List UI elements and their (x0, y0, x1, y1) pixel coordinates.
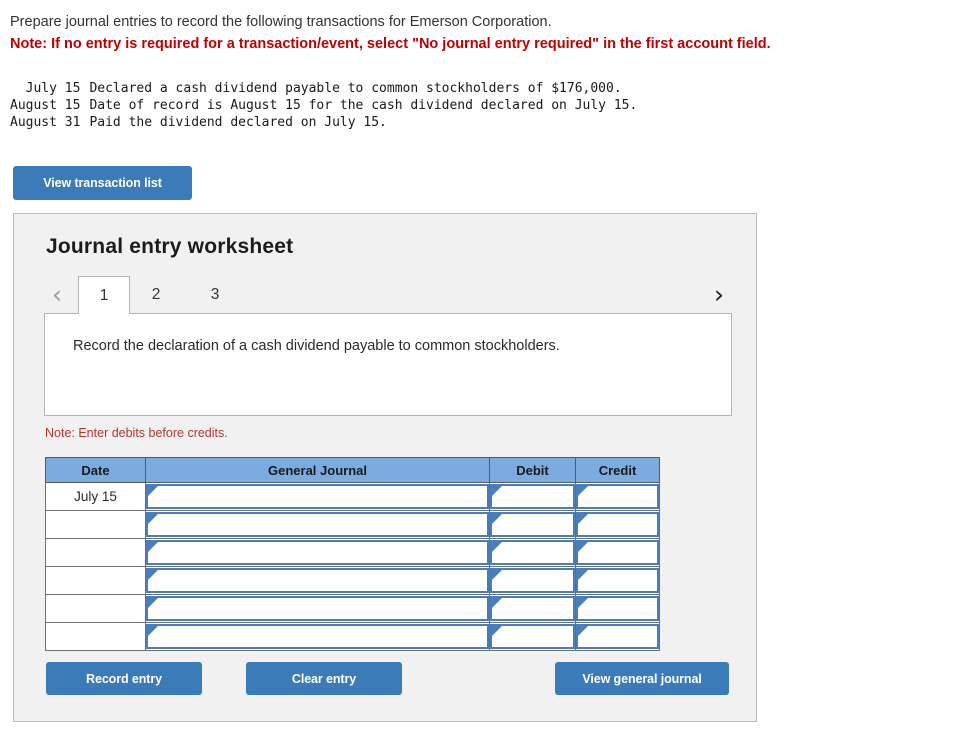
worksheet-title: Journal entry worksheet (46, 235, 294, 258)
journal-account-cell[interactable] (145, 482, 490, 511)
credit-input[interactable] (576, 596, 659, 621)
problem-note: Note: If no entry is required for a tran… (10, 36, 771, 52)
worksheet-instruction-text: Record the declaration of a cash dividen… (73, 338, 560, 354)
table-row: July 15 (45, 482, 660, 511)
credit-input[interactable] (576, 568, 659, 593)
journal-credit-cell[interactable] (575, 482, 660, 511)
journal-credit-cell[interactable] (575, 594, 660, 623)
journal-table-body: July 15 (45, 482, 660, 651)
journal-table-header-row: Date General Journal Debit Credit (45, 457, 660, 483)
debit-input[interactable] (490, 512, 575, 537)
account-input[interactable] (146, 512, 489, 537)
view-transaction-list-button[interactable]: View transaction list (13, 166, 192, 200)
transaction-date: July 15 (25, 81, 81, 96)
journal-credit-cell[interactable] (575, 622, 660, 651)
journal-debit-cell[interactable] (489, 566, 576, 595)
column-header-credit: Credit (575, 457, 660, 483)
problem-statement: Prepare journal entries to record the fo… (10, 12, 940, 54)
credit-input[interactable] (576, 512, 659, 537)
journal-date-cell[interactable]: July 15 (45, 482, 146, 511)
journal-credit-cell[interactable] (575, 510, 660, 539)
transaction-description: Declared a cash dividend payable to comm… (89, 81, 622, 96)
transaction-description: Date of record is August 15 for the cash… (89, 98, 638, 113)
credit-input[interactable] (576, 624, 659, 649)
journal-date-cell[interactable] (45, 594, 146, 623)
account-input[interactable] (146, 624, 489, 649)
column-header-date: Date (45, 457, 146, 483)
credit-input[interactable] (576, 484, 659, 509)
journal-debit-cell[interactable] (489, 538, 576, 567)
journal-table-head: Date General Journal Debit Credit (45, 457, 660, 483)
table-row (45, 510, 660, 539)
debit-input[interactable] (490, 568, 575, 593)
transaction-row: August 15 Date of record is August 15 fo… (10, 97, 637, 114)
table-row (45, 566, 660, 595)
worksheet-instruction-box: Record the declaration of a cash dividen… (44, 313, 732, 416)
column-header-general-journal: General Journal (145, 457, 490, 483)
journal-debit-cell[interactable] (489, 482, 576, 511)
table-row (45, 538, 660, 567)
journal-entry-worksheet-panel: Journal entry worksheet ‹ 1 2 3 › Record… (13, 213, 757, 722)
tab-page-1[interactable]: 1 (78, 276, 130, 314)
transaction-description: Paid the dividend declared on July 15. (89, 115, 387, 130)
credit-input[interactable] (576, 540, 659, 565)
account-input[interactable] (146, 568, 489, 593)
tab-page-2[interactable]: 2 (130, 276, 182, 313)
debit-input[interactable] (490, 540, 575, 565)
record-entry-button[interactable]: Record entry (46, 662, 202, 695)
tab-page-3[interactable]: 3 (189, 276, 241, 313)
view-general-journal-button[interactable]: View general journal (555, 662, 729, 695)
debits-before-credits-note: Note: Enter debits before credits. (45, 426, 228, 440)
account-input[interactable] (146, 540, 489, 565)
transaction-date: August 15 (10, 98, 81, 113)
chevron-right-icon[interactable]: › (706, 276, 732, 313)
journal-date-cell[interactable] (45, 622, 146, 651)
journal-debit-cell[interactable] (489, 510, 576, 539)
table-row (45, 622, 660, 651)
journal-date-cell[interactable] (45, 566, 146, 595)
problem-instruction: Prepare journal entries to record the fo… (10, 14, 552, 30)
debit-input[interactable] (490, 596, 575, 621)
account-input[interactable] (146, 484, 489, 509)
clear-entry-button[interactable]: Clear entry (246, 662, 402, 695)
table-row (45, 594, 660, 623)
journal-account-cell[interactable] (145, 538, 490, 567)
transaction-row: August 31 Paid the dividend declared on … (10, 114, 637, 131)
transaction-list: July 15 Declared a cash dividend payable… (10, 80, 637, 131)
journal-date-cell[interactable] (45, 538, 146, 567)
journal-date-cell[interactable] (45, 510, 146, 539)
transaction-row: July 15 Declared a cash dividend payable… (10, 80, 637, 97)
journal-account-cell[interactable] (145, 594, 490, 623)
journal-account-cell[interactable] (145, 510, 490, 539)
journal-debit-cell[interactable] (489, 594, 576, 623)
debit-input[interactable] (490, 624, 575, 649)
transaction-list-body: July 15 Declared a cash dividend payable… (10, 80, 637, 131)
chevron-left-icon[interactable]: ‹ (44, 276, 70, 313)
column-header-debit: Debit (489, 457, 576, 483)
journal-account-cell[interactable] (145, 566, 490, 595)
journal-credit-cell[interactable] (575, 566, 660, 595)
transaction-date: August 31 (10, 115, 81, 130)
debit-input[interactable] (490, 484, 575, 509)
journal-debit-cell[interactable] (489, 622, 576, 651)
journal-credit-cell[interactable] (575, 538, 660, 567)
journal-account-cell[interactable] (145, 622, 490, 651)
journal-entry-table: Date General Journal Debit Credit July 1… (45, 457, 660, 651)
account-input[interactable] (146, 596, 489, 621)
worksheet-tab-strip: ‹ 1 2 3 › (44, 276, 732, 314)
